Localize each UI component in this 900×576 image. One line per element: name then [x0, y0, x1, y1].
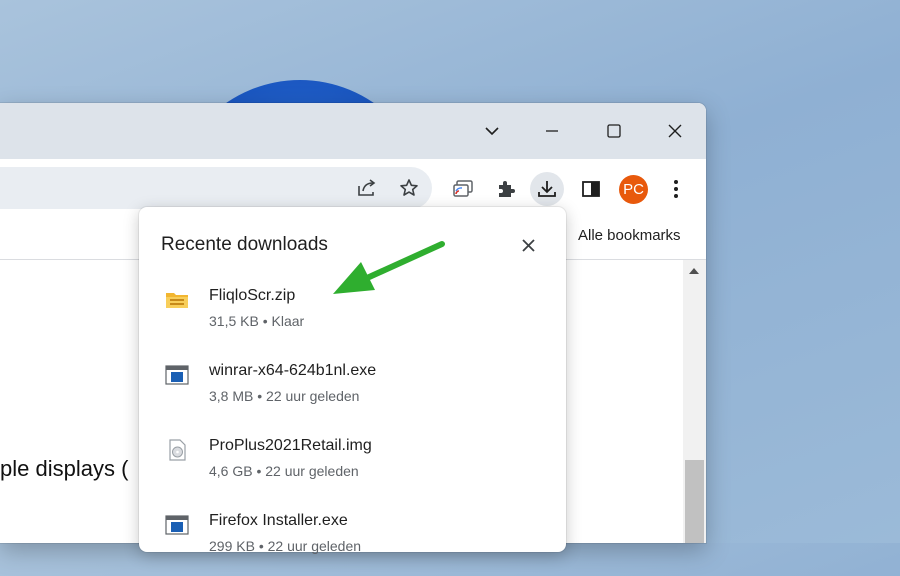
maximize-icon — [607, 124, 621, 138]
page-text: ple displays ( — [0, 456, 129, 481]
download-item[interactable]: Firefox Installer.exe 299 KB • 22 uur ge… — [139, 510, 566, 576]
downloads-button[interactable] — [530, 172, 564, 206]
cast-media-icon — [453, 180, 473, 197]
download-item[interactable]: ProPlus2021Retail.img 4,6 GB • 22 uur ge… — [139, 435, 566, 501]
green-arrow-annotation — [333, 241, 445, 294]
download-item[interactable]: winrar-x64-624b1nl.exe 3,8 MB • 22 uur g… — [139, 360, 566, 426]
download-icon — [538, 181, 556, 197]
share-button[interactable] — [354, 176, 380, 200]
download-filename: ProPlus2021Retail.img — [209, 437, 372, 454]
download-status: 31,5 KB • Klaar — [209, 313, 305, 329]
close-window-button[interactable] — [655, 111, 695, 151]
extensions-button[interactable] — [493, 176, 519, 202]
bookmark-star-button[interactable] — [396, 176, 422, 200]
side-panel-button[interactable] — [578, 176, 604, 202]
minimize-button[interactable] — [532, 111, 572, 151]
side-panel-icon — [582, 181, 600, 197]
maximize-button[interactable] — [594, 111, 634, 151]
download-status: 4,6 GB • 22 uur geleden — [209, 463, 359, 479]
download-filename: Firefox Installer.exe — [209, 512, 348, 529]
downloads-panel-title: Recente downloads — [161, 234, 328, 255]
close-icon — [521, 238, 535, 252]
minimize-icon — [546, 130, 558, 132]
puzzle-icon — [499, 181, 515, 197]
tab-search-button[interactable] — [472, 111, 512, 151]
close-icon — [668, 124, 682, 138]
chevron-down-icon — [485, 127, 499, 136]
star-icon — [400, 179, 418, 196]
exe-window-icon — [165, 364, 189, 386]
download-filename: winrar-x64-624b1nl.exe — [209, 362, 377, 379]
profile-avatar[interactable]: PC — [619, 175, 648, 204]
menu-button[interactable] — [664, 176, 688, 202]
title-bar — [0, 103, 706, 159]
share-icon — [358, 179, 376, 196]
vertical-scrollbar[interactable] — [683, 260, 706, 543]
download-filename: FliqloScr.zip — [209, 287, 296, 304]
close-downloads-button[interactable] — [514, 231, 542, 259]
scroll-up-arrow-icon[interactable] — [689, 268, 699, 274]
download-status: 3,8 MB • 22 uur geleden — [209, 388, 360, 404]
media-router-button[interactable] — [450, 176, 476, 202]
address-bar[interactable] — [0, 167, 432, 209]
zip-folder-icon — [165, 289, 189, 311]
more-vertical-icon — [674, 180, 678, 198]
all-bookmarks-button[interactable]: Alle bookmarks — [578, 227, 681, 244]
exe-window-icon — [165, 514, 189, 536]
disc-image-icon — [165, 439, 189, 461]
download-status: 299 KB • 22 uur geleden — [209, 538, 362, 554]
scroll-thumb[interactable] — [685, 460, 704, 543]
